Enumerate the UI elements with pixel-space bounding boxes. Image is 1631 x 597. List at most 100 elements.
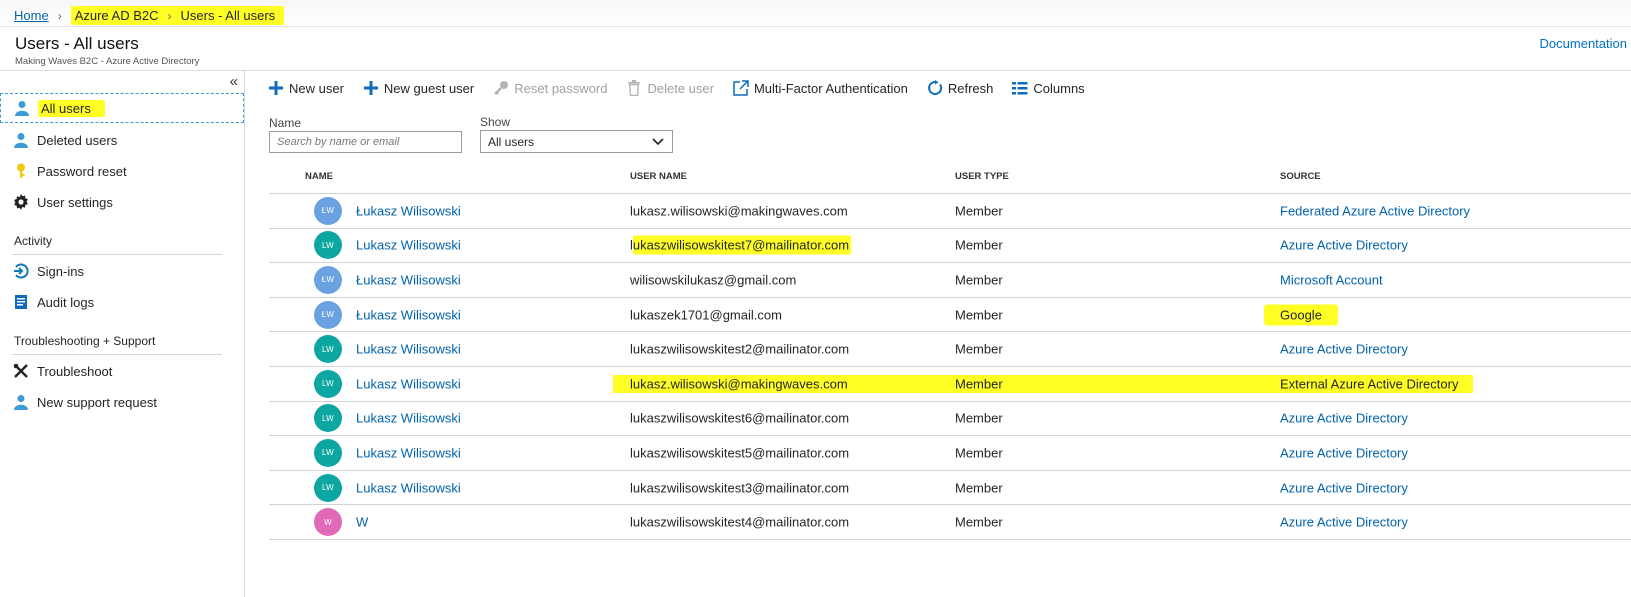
- toolbar: New user New guest user Reset password D…: [268, 76, 1104, 100]
- refresh-icon: [927, 80, 943, 96]
- user-type: Member: [955, 480, 1003, 496]
- table-row[interactable]: LW Lukasz Wilisowski lukaszwilisowskites…: [269, 402, 1631, 437]
- name-filter-label: Name: [269, 116, 302, 130]
- sidebar-item-label: New support request: [37, 394, 157, 410]
- avatar: LW: [314, 438, 342, 467]
- columns-label: Columns: [1033, 80, 1085, 96]
- user-name-link[interactable]: Łukasz Wilisowski: [356, 203, 461, 218]
- gear-icon: [12, 194, 29, 211]
- collapse-sidebar-icon[interactable]: «: [230, 73, 238, 90]
- sidebar-item-label: Deleted users: [37, 132, 118, 148]
- user-source: Azure Active Directory: [1280, 480, 1408, 496]
- reset-password-button[interactable]: Reset password: [493, 80, 607, 96]
- user-name-link[interactable]: Lukasz Wilisowski: [356, 445, 461, 460]
- user-name-link[interactable]: Lukasz Wilisowski: [356, 411, 461, 426]
- table-row[interactable]: ŁW Łukasz Wilisowski wilisowskilukasz@gm…: [269, 263, 1631, 298]
- user-principal-name: lukaszwilisowskitest3@mailinator.com: [630, 480, 850, 496]
- table-row[interactable]: LW Lukasz Wilisowski lukaszwilisowskites…: [269, 436, 1631, 471]
- sidebar-item-label: Audit logs: [37, 294, 95, 310]
- user-source: Federated Azure Active Directory: [1280, 203, 1471, 219]
- avatar: LW: [314, 335, 342, 364]
- user-type: Member: [955, 341, 1003, 357]
- user-type: Member: [955, 307, 1003, 323]
- table-row[interactable]: W W lukaszwilisowskitest4@mailinator.com…: [269, 505, 1631, 540]
- sidebar-item-new-support-request[interactable]: New support request: [0, 387, 244, 417]
- user-source: Azure Active Directory: [1280, 341, 1408, 357]
- column-header-user-type[interactable]: USER TYPE: [955, 171, 1009, 182]
- new-guest-user-button[interactable]: New guest user: [363, 80, 474, 96]
- plus-icon: [268, 80, 284, 96]
- user-name-link[interactable]: Łukasz Wilisowski: [356, 272, 461, 287]
- sidebar-item-password-reset[interactable]: Password reset: [0, 156, 244, 186]
- sidebar-item-all-users[interactable]: All users: [0, 93, 244, 123]
- columns-button[interactable]: Columns: [1012, 80, 1085, 96]
- sidebar-item-deleted-users[interactable]: Deleted users: [0, 125, 244, 155]
- breadcrumb-separator-icon: ›: [167, 8, 172, 23]
- avatar: W: [314, 508, 342, 537]
- avatar: LW: [314, 473, 342, 502]
- table-row[interactable]: LW Lukasz Wilisowski lukaszwilisowskites…: [269, 332, 1631, 367]
- user-name-link[interactable]: Lukasz Wilisowski: [356, 342, 461, 357]
- delete-user-button[interactable]: Delete user: [626, 80, 714, 96]
- user-icon: [12, 132, 29, 149]
- user-name-link[interactable]: Lukasz Wilisowski: [356, 376, 461, 391]
- refresh-button[interactable]: Refresh: [927, 80, 993, 96]
- show-dropdown-value: All users: [488, 134, 535, 149]
- key-icon: [12, 163, 29, 180]
- mfa-button[interactable]: Multi-Factor Authentication: [733, 80, 908, 96]
- sidebar-item-user-settings[interactable]: User settings: [0, 187, 244, 217]
- sidebar-item-label: Sign-ins: [37, 263, 84, 279]
- user-type: Member: [955, 445, 1003, 461]
- user-principal-name: lukasz.wilisowski@makingwaves.com: [630, 376, 848, 392]
- search-input[interactable]: [269, 131, 462, 153]
- user-type: Member: [955, 376, 1003, 392]
- show-filter-label: Show: [480, 115, 511, 129]
- user-type: Member: [955, 514, 1003, 530]
- table-row[interactable]: LW Lukasz Wilisowski lukasz.wilisowski@m…: [269, 367, 1631, 402]
- breadcrumb: Home › Azure AD B2C › Users - All users: [14, 6, 285, 25]
- divider: [12, 354, 222, 355]
- user-principal-name: lukaszwilisowskitest2@mailinator.com: [630, 341, 850, 357]
- column-header-source[interactable]: SOURCE: [1280, 171, 1321, 182]
- documentation-link[interactable]: Documentation: [1540, 36, 1627, 51]
- audit-log-icon: [12, 294, 29, 311]
- user-source: Azure Active Directory: [1280, 237, 1408, 253]
- user-source: Microsoft Account: [1280, 272, 1383, 288]
- column-header-user-name[interactable]: USER NAME: [630, 171, 687, 182]
- new-user-button[interactable]: New user: [268, 80, 344, 96]
- breadcrumb-home-link[interactable]: Home: [14, 8, 49, 23]
- plus-icon: [363, 80, 379, 96]
- activity-heading: Activity: [14, 234, 53, 248]
- user-type: Member: [955, 203, 1003, 219]
- support-person-icon: [12, 394, 29, 411]
- sidebar-item-sign-ins[interactable]: Sign-ins: [0, 256, 244, 286]
- table-row[interactable]: ŁW Łukasz Wilisowski lukaszek1701@gmail.…: [269, 298, 1631, 333]
- table-row[interactable]: LW Lukasz Wilisowski lukaszwilisowskites…: [269, 471, 1631, 506]
- column-header-name[interactable]: NAME: [305, 171, 333, 182]
- user-source: Google: [1264, 304, 1338, 326]
- table-row[interactable]: LW Lukasz Wilisowski lukaszwilisowskites…: [269, 229, 1631, 264]
- user-name-link[interactable]: Łukasz Wilisowski: [356, 307, 461, 322]
- sidebar-item-troubleshoot[interactable]: Troubleshoot: [0, 356, 244, 386]
- avatar: ŁW: [314, 300, 342, 329]
- user-name-link[interactable]: Lukasz Wilisowski: [356, 238, 461, 253]
- user-source: Azure Active Directory: [1280, 445, 1408, 461]
- sidebar-item-audit-logs[interactable]: Audit logs: [0, 287, 244, 317]
- user-type: Member: [955, 410, 1003, 426]
- show-dropdown[interactable]: All users: [480, 130, 673, 153]
- avatar: LW: [314, 231, 342, 260]
- new-user-label: New user: [289, 80, 344, 96]
- sidebar-item-label: Troubleshoot: [37, 363, 113, 379]
- divider: [12, 254, 222, 255]
- user-principal-name: lukaszwilisowskitest6@mailinator.com: [630, 410, 850, 426]
- breadcrumb-b2c-link[interactable]: Azure AD B2C: [75, 8, 159, 23]
- breadcrumb-current: Users - All users: [180, 8, 276, 23]
- users-table: NAME USER NAME USER TYPE SOURCE ŁW Łukas…: [269, 163, 1631, 540]
- user-name-link[interactable]: W: [356, 515, 368, 530]
- user-source: Azure Active Directory: [1280, 514, 1408, 530]
- external-link-icon: [733, 80, 749, 96]
- user-name-link[interactable]: Lukasz Wilisowski: [356, 480, 461, 495]
- table-row[interactable]: ŁW Łukasz Wilisowski lukasz.wilisowski@m…: [269, 194, 1631, 229]
- sidebar: « All users Deleted users Password reset…: [0, 71, 245, 597]
- breadcrumb-highlight: Azure AD B2C › Users - All users: [70, 6, 285, 25]
